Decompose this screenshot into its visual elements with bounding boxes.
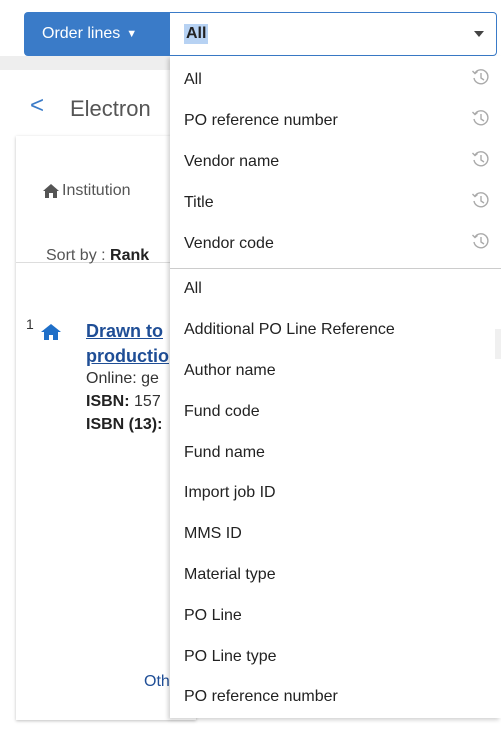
history-icon [472,191,489,207]
recent-option-vendor-name[interactable]: Vendor name [170,138,501,179]
history-icon [472,232,489,248]
option-label: PO reference number [184,111,338,129]
option-label: Vendor name [184,152,280,170]
option-label: Title [184,193,214,211]
option-label: Vendor code [184,234,274,252]
institution-label[interactable]: Institution [62,182,130,200]
search-bar: Order lines ▼ All [24,12,497,56]
search-field-select[interactable]: All [170,12,497,56]
field-option-import-job-id[interactable]: Import job ID [170,473,501,514]
caret-down-icon: ▼ [126,28,138,40]
home-icon [41,324,61,340]
field-option-mms-id[interactable]: MMS ID [170,514,501,555]
isbn13-label: ISBN (13): [86,416,163,433]
field-option-fund-name[interactable]: Fund name [170,432,501,473]
isbn-label: ISBN: [86,393,130,410]
isbn-value: 157 [134,393,161,410]
field-option-additional-po-line-reference[interactable]: Additional PO Line Reference [170,310,501,351]
field-option-po-reference-number[interactable]: PO reference number [170,677,501,718]
option-label: All [184,70,202,88]
recent-option-all[interactable]: All [170,56,501,97]
selected-field-value: All [184,24,209,44]
scrollbar-thumb[interactable] [495,329,501,359]
sort-by-label: Sort by : [46,247,106,264]
search-field-dropdown: All PO reference number Vendor name Titl… [170,56,501,718]
sort-by[interactable]: Sort by : Rank [46,247,149,265]
field-option-fund-code[interactable]: Fund code [170,391,501,432]
history-icon [472,109,489,125]
sort-by-value: Rank [110,247,150,264]
history-icon [472,68,489,84]
field-option-all[interactable]: All [170,269,501,310]
scrollbar-track[interactable] [495,269,501,718]
field-option-material-type[interactable]: Material type [170,555,501,596]
scope-label: Order lines [42,25,121,42]
recent-option-title[interactable]: Title [170,179,501,220]
history-icon [472,150,489,166]
scope-dropdown-button[interactable]: Order lines ▼ [24,12,170,56]
recent-option-vendor-code[interactable]: Vendor code [170,220,501,261]
back-arrow-icon[interactable]: < [30,94,44,118]
field-option-author-name[interactable]: Author name [170,351,501,392]
institution-home-icon [43,184,59,198]
field-option-po-line[interactable]: PO Line [170,595,501,636]
all-fields-list: All Additional PO Line Reference Author … [170,269,501,718]
recent-option-po-reference-number[interactable]: PO reference number [170,97,501,138]
chevron-down-icon[interactable] [474,31,484,37]
result-index: 1 [26,316,34,332]
recent-fields-list: All PO reference number Vendor name Titl… [170,56,501,268]
field-option-po-line-type[interactable]: PO Line type [170,636,501,677]
page-title: Electron [70,96,151,121]
